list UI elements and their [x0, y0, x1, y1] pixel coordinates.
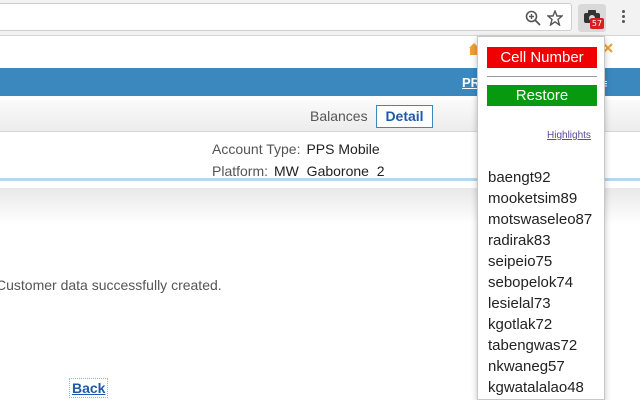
username-item[interactable]: lesielal73 — [488, 293, 592, 314]
account-type-value: PPS Mobile — [306, 141, 379, 157]
username-item[interactable]: nkwaneg57 — [488, 356, 592, 377]
balances-label: Balances — [310, 108, 368, 124]
account-type-label: Account Type: — [212, 141, 300, 157]
menu-icon[interactable] — [620, 8, 626, 28]
address-bar[interactable] — [0, 3, 572, 31]
browser-toolbar: 57 — [0, 0, 640, 36]
username-item[interactable]: radirak83 — [488, 230, 592, 251]
zoom-icon[interactable] — [525, 10, 541, 26]
username-item[interactable]: tabengwas72 — [488, 335, 592, 356]
username-item[interactable]: mooketsim89 — [488, 188, 592, 209]
extension-badge: 57 — [590, 18, 604, 29]
popup-divider — [487, 76, 597, 77]
restore-button[interactable]: Restore — [487, 85, 597, 106]
username-item[interactable]: sebopelok74 — [488, 272, 592, 293]
username-item[interactable]: baengt92 — [488, 167, 592, 188]
username-item[interactable]: kgotlak72 — [488, 314, 592, 335]
account-type-row: Account Type: PPS Mobile — [212, 141, 380, 157]
platform-row: Platform: MW_Gaborone_2 — [212, 163, 385, 179]
tab-detail[interactable]: Detail — [376, 105, 433, 128]
username-item[interactable]: kgwatalalao48 — [488, 377, 592, 398]
success-message: Customer data successfully created. — [0, 277, 222, 293]
highlights-link[interactable]: Highlights — [547, 130, 591, 141]
username-item[interactable]: motswaseleo87 — [488, 209, 592, 230]
star-icon[interactable] — [547, 10, 563, 26]
platform-label: Platform: — [212, 163, 268, 179]
extension-popup: Cell Number Restore Highlights baengt92 … — [477, 36, 605, 400]
username-list: baengt92 mooketsim89 motswaseleo87 radir… — [488, 167, 592, 398]
cell-number-button[interactable]: Cell Number — [487, 47, 597, 68]
username-item[interactable]: seipeio75 — [488, 251, 592, 272]
platform-value: MW_Gaborone_2 — [274, 163, 385, 179]
back-link[interactable]: Back — [69, 378, 108, 398]
